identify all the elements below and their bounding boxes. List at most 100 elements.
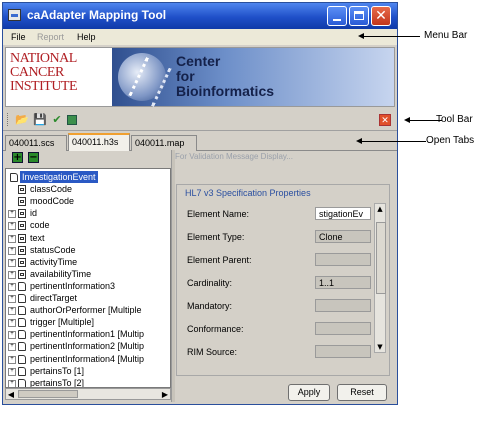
tree-node-label: pertinentInformation4 [Multip bbox=[30, 353, 145, 364]
properties-vertical-scrollbar[interactable]: ▲ ▼ bbox=[374, 203, 386, 353]
attribute-icon bbox=[18, 185, 26, 195]
property-label: Element Parent: bbox=[187, 255, 252, 265]
property-value-field[interactable] bbox=[315, 299, 371, 312]
attribute-icon bbox=[18, 197, 26, 207]
save-icon[interactable]: 💾 bbox=[33, 113, 47, 126]
tab-040011-h3s[interactable]: 040011.h3s bbox=[68, 133, 130, 151]
expand-toggle-icon[interactable]: + bbox=[8, 258, 16, 267]
tree-node-label: statusCode bbox=[30, 244, 76, 255]
callout-tool-bar: Tool Bar bbox=[436, 114, 473, 125]
menu-report[interactable]: Report bbox=[37, 32, 64, 42]
expand-toggle-icon[interactable]: + bbox=[8, 270, 16, 279]
reset-button[interactable]: Reset bbox=[337, 384, 387, 401]
window-title: caAdapter Mapping Tool bbox=[27, 8, 167, 22]
expand-toggle-icon[interactable]: + bbox=[8, 234, 16, 243]
clone-icon bbox=[18, 354, 26, 364]
apply-button[interactable]: Apply bbox=[288, 384, 330, 401]
tree-node-label: code bbox=[30, 220, 50, 231]
clone-icon bbox=[18, 294, 26, 303]
expand-toggle-icon[interactable]: + bbox=[8, 343, 16, 352]
grid-icon[interactable] bbox=[67, 115, 77, 125]
tree-node-label: text bbox=[30, 232, 45, 243]
tree-node-label: pertinentInformation3 bbox=[30, 280, 116, 291]
property-label: Element Name: bbox=[187, 209, 250, 219]
expand-toggle-icon[interactable]: + bbox=[8, 210, 16, 219]
expand-toggle-icon[interactable]: + bbox=[8, 246, 16, 255]
clone-icon bbox=[18, 342, 26, 352]
property-value-field[interactable]: Clone bbox=[315, 230, 371, 243]
clone-icon bbox=[10, 173, 18, 182]
cbiit-line: Center bbox=[176, 53, 221, 69]
tree-node-label: availabilityTime bbox=[30, 268, 92, 279]
expand-toggle-icon[interactable]: + bbox=[8, 295, 16, 303]
tab-040011-scs[interactable]: 040011.scs bbox=[5, 135, 67, 151]
property-value-field[interactable]: stigationEv bbox=[315, 207, 371, 220]
menu-help[interactable]: Help bbox=[77, 32, 96, 42]
property-value-field[interactable] bbox=[315, 345, 371, 358]
scroll-thumb[interactable] bbox=[376, 222, 386, 294]
menu-file[interactable]: File bbox=[11, 32, 26, 42]
app-icon bbox=[8, 9, 21, 21]
clone-icon bbox=[18, 318, 26, 328]
close-panel-icon[interactable]: ✕ bbox=[379, 114, 391, 126]
tree-node-label: pertainsTo [2] bbox=[30, 377, 85, 388]
tree-node-label: InvestigationEvent bbox=[20, 171, 98, 183]
tab-040011-map[interactable]: 040011.map bbox=[131, 135, 197, 151]
clone-icon bbox=[18, 378, 26, 387]
attribute-icon bbox=[18, 221, 26, 231]
tree-horizontal-scrollbar[interactable]: ◀ ▶ bbox=[5, 388, 171, 400]
tree-node-label: id bbox=[30, 208, 38, 219]
tree-node-label: trigger [Multiple] bbox=[30, 317, 95, 328]
expand-toggle-icon[interactable]: + bbox=[8, 355, 16, 364]
scroll-down-arrow[interactable]: ▼ bbox=[375, 342, 385, 352]
nci-logo-line: INSTITUTE bbox=[10, 79, 78, 94]
attribute-icon bbox=[18, 209, 26, 219]
expand-toggle-icon[interactable]: + bbox=[8, 319, 16, 328]
split-pane-divider[interactable] bbox=[171, 150, 175, 402]
callout-line bbox=[358, 33, 420, 39]
expand-toggle-icon[interactable]: + bbox=[8, 307, 16, 316]
expand-all-button[interactable]: + bbox=[12, 152, 23, 163]
expand-toggle-icon[interactable]: + bbox=[8, 282, 16, 291]
scroll-left-arrow[interactable]: ◀ bbox=[6, 390, 16, 399]
maximize-button[interactable] bbox=[349, 6, 369, 26]
scroll-up-arrow[interactable]: ▲ bbox=[375, 204, 385, 214]
tree-node-label: pertainsTo [1] bbox=[30, 365, 85, 376]
scroll-right-arrow[interactable]: ▶ bbox=[160, 390, 170, 399]
clone-icon bbox=[18, 281, 26, 291]
validation-message-area: For Validation Message Display... bbox=[175, 150, 392, 172]
banner: NATIONAL CANCER INSTITUTE Center for Bio… bbox=[5, 47, 395, 107]
validate-icon[interactable]: ✔ bbox=[50, 113, 64, 126]
close-button[interactable]: ✕ bbox=[371, 6, 391, 26]
attribute-icon bbox=[18, 269, 26, 279]
property-value-field[interactable] bbox=[315, 253, 371, 266]
callout-line bbox=[356, 138, 426, 144]
tree-node-label: classCode bbox=[30, 184, 73, 195]
collapse-all-button[interactable]: − bbox=[28, 152, 39, 163]
property-label: Cardinality: bbox=[187, 278, 233, 288]
cbiit-logo: Center for Bioinformatics bbox=[112, 48, 394, 107]
title-bar[interactable]: caAdapter Mapping Tool ✕ bbox=[3, 3, 397, 29]
cbiit-line: for bbox=[176, 68, 195, 84]
expand-toggle-icon[interactable]: + bbox=[8, 331, 16, 340]
property-label: Conformance: bbox=[187, 324, 244, 334]
structure-tree[interactable]: InvestigationEvent classCode moodCode + id + c… bbox=[5, 168, 171, 388]
minimize-button[interactable] bbox=[327, 6, 347, 26]
expand-toggle-icon[interactable]: + bbox=[8, 367, 16, 376]
property-value-field[interactable]: 1..1 bbox=[315, 276, 371, 289]
open-icon[interactable]: 📂 bbox=[15, 113, 29, 126]
tree-node-label: pertinentInformation1 [Multip bbox=[30, 329, 145, 340]
scroll-thumb[interactable] bbox=[18, 390, 78, 398]
toolbar-grip[interactable] bbox=[7, 113, 11, 126]
globe-icon bbox=[118, 53, 172, 107]
property-label: RIM Source: bbox=[187, 347, 238, 357]
callout-menu-bar: Menu Bar bbox=[424, 30, 468, 41]
property-value-field[interactable] bbox=[315, 322, 371, 335]
expand-toggle-icon[interactable]: + bbox=[8, 379, 16, 387]
property-label: Element Type: bbox=[187, 232, 245, 242]
open-tabs: 040011.scs 040011.h3s 040011.map bbox=[3, 133, 397, 151]
clone-icon bbox=[18, 330, 26, 340]
property-label: Mandatory: bbox=[187, 301, 233, 311]
callout-open-tabs: Open Tabs bbox=[426, 135, 475, 146]
expand-toggle-icon[interactable]: + bbox=[8, 222, 16, 231]
